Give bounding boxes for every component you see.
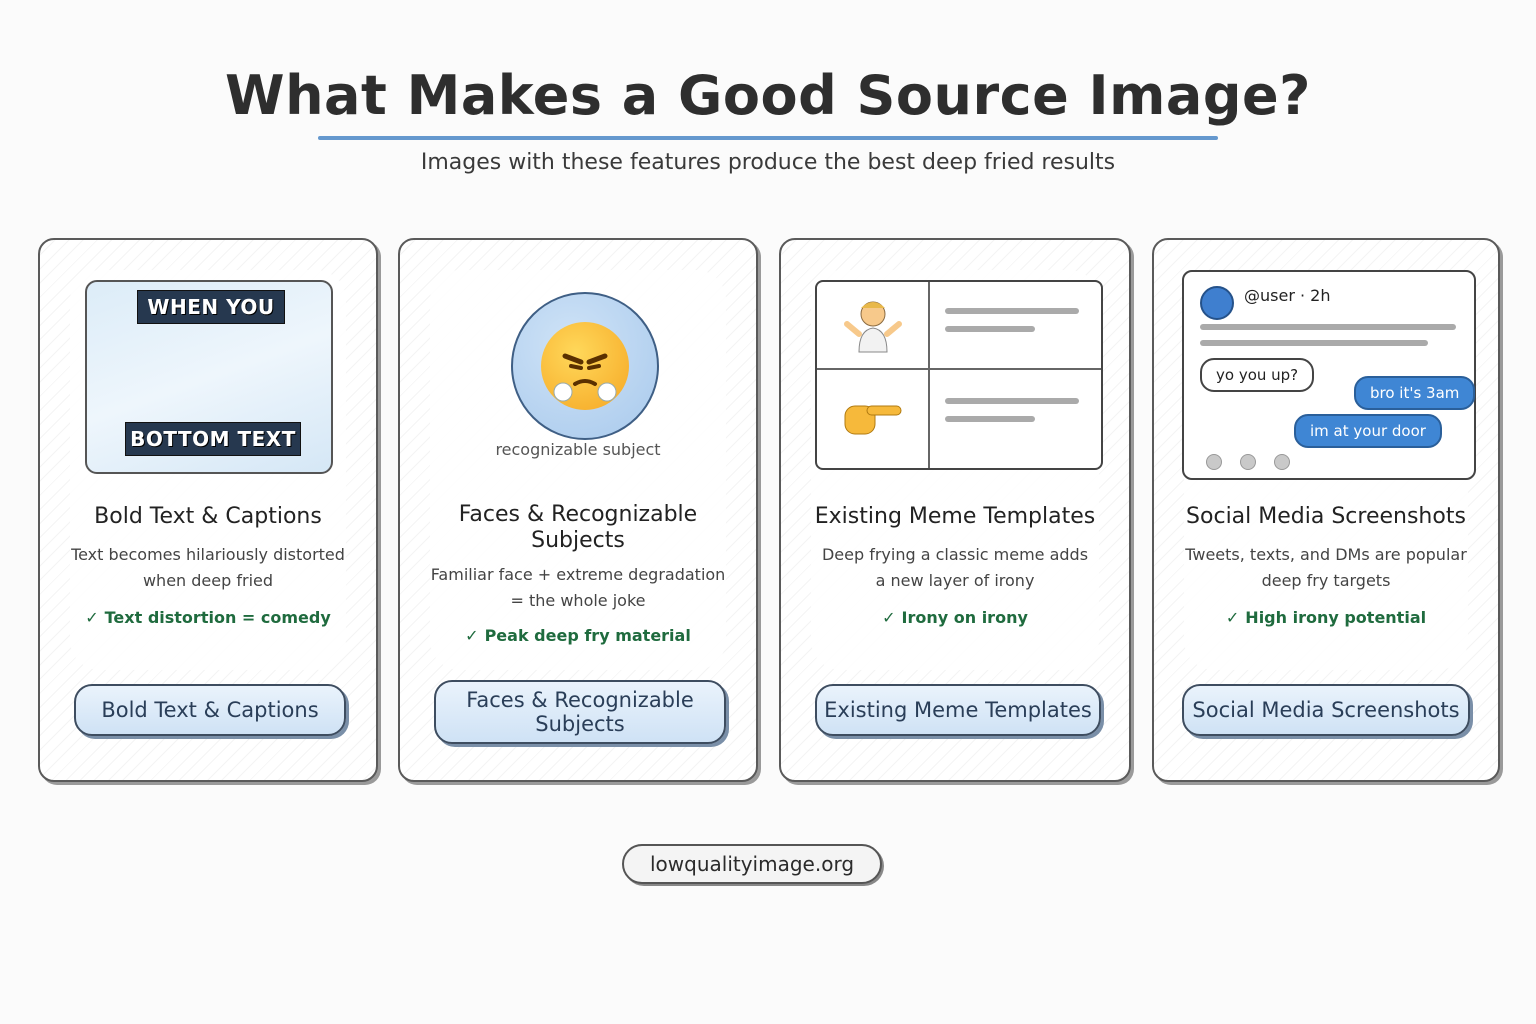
face-illustration (511, 292, 659, 440)
check-icon: ✓ (1225, 608, 1240, 627)
post-handle: @user · 2h (1244, 286, 1331, 305)
footer-site-link[interactable]: lowqualityimage.org (622, 844, 882, 884)
placeholder-line (1200, 324, 1456, 330)
card-meme-templates: Existing Meme Templates Deep frying a cl… (779, 238, 1131, 782)
card-description: Tweets, texts, and DMs are popular deep … (1185, 545, 1467, 590)
check-text: Text distortion = comedy (104, 608, 331, 627)
placeholder-line (945, 326, 1035, 332)
meme-top-caption: WHEN YOU (137, 290, 285, 324)
check-icon: ✓ (85, 608, 99, 627)
meme-bottom-caption: BOTTOM TEXT (125, 422, 301, 456)
check-text: High irony potential (1245, 608, 1427, 627)
message-bubble-in: yo you up? (1200, 358, 1315, 392)
meme-illustration: WHEN YOU BOTTOM TEXT (85, 280, 333, 474)
check-text: Peak deep fry material (484, 626, 691, 645)
check-icon: ✓ (882, 608, 896, 627)
card-check-note: ✓ Peak deep fry material (400, 626, 756, 645)
page-title: What Makes a Good Source Image? (225, 64, 1311, 127)
placeholder-line (945, 398, 1079, 404)
typing-indicator-dot (1206, 454, 1222, 470)
card-check-note: ✓ Text distortion = comedy (40, 608, 376, 627)
card-title: Bold Text & Captions (94, 504, 322, 529)
typing-indicator-dot (1240, 454, 1256, 470)
social-post-illustration: @user · 2h yo you up? bro it's 3am im at… (1182, 270, 1476, 480)
message-bubble-out: im at your door (1294, 414, 1442, 448)
card-check-note: ✓ Irony on irony (781, 608, 1129, 627)
card-title: Existing Meme Templates (814, 504, 1096, 529)
card-check-note: ✓ High irony potential (1154, 608, 1498, 627)
shrug-person-icon (843, 294, 903, 354)
card-title: Social Media Screenshots (1186, 504, 1466, 529)
meme-template-grid (815, 280, 1103, 470)
faces-subjects-button[interactable]: Faces & Recognizable Subjects (434, 680, 726, 744)
card-description: Deep frying a classic meme adds a new la… (821, 545, 1089, 590)
pointing-hand-icon (841, 394, 905, 438)
card-title: Faces & Recognizable Subjects (458, 502, 698, 553)
check-text: Irony on irony (901, 608, 1028, 627)
placeholder-line (945, 416, 1035, 422)
social-screenshots-button[interactable]: Social Media Screenshots (1182, 684, 1470, 736)
face-caption: recognizable subject (495, 440, 661, 459)
card-social-screenshots: @user · 2h yo you up? bro it's 3am im at… (1152, 238, 1500, 782)
card-faces: recognizable subject Faces & Recognizabl… (398, 238, 758, 782)
title-underline (318, 136, 1218, 140)
bold-text-captions-button[interactable]: Bold Text & Captions (74, 684, 346, 736)
meme-templates-button[interactable]: Existing Meme Templates (815, 684, 1101, 736)
avatar (1200, 286, 1234, 320)
check-icon: ✓ (465, 626, 479, 645)
card-description: Text becomes hilariously distorted when … (71, 545, 345, 590)
typing-indicator-dot (1274, 454, 1290, 470)
card-bold-text: WHEN YOU BOTTOM TEXT Bold Text & Caption… (38, 238, 378, 782)
angry-face-emoji-icon (541, 322, 629, 410)
page-subtitle: Images with these features produce the b… (420, 150, 1116, 175)
placeholder-line (1200, 340, 1428, 346)
card-description: Familiar face + extreme degradation = th… (430, 565, 726, 610)
message-bubble-out: bro it's 3am (1354, 376, 1476, 410)
placeholder-line (945, 308, 1079, 314)
